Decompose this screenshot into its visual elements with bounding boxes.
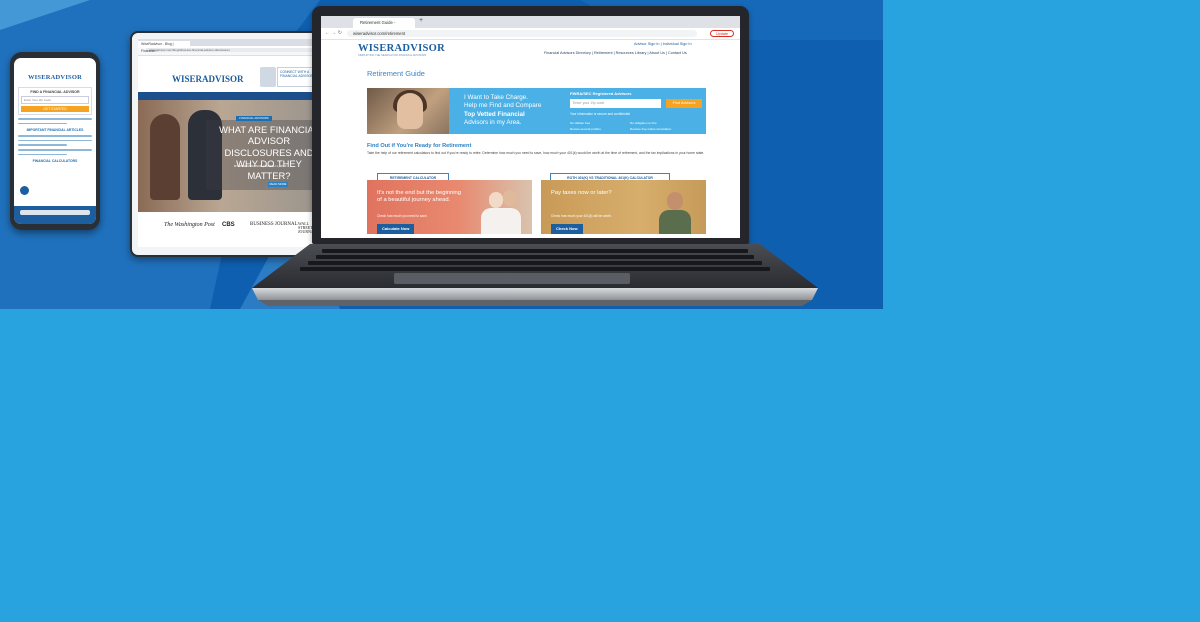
cta-line: Help me Find and Compare <box>464 102 542 110</box>
hero-headline[interactable]: WHAT ARE FINANCIAL ADVISOR DISCLOSURES A… <box>218 124 320 182</box>
press-logo: The Washington Post <box>164 221 215 228</box>
press-logo: BUSINESS JOURNAL <box>250 221 298 227</box>
couple-photo <box>481 190 521 234</box>
hero-byline: BY WISERADVISOR | MARCH 1, 2023 <box>234 163 287 168</box>
press-logo: CBS <box>222 221 235 228</box>
site-logo[interactable]: WISERADVISOR <box>358 43 445 54</box>
man-photo <box>655 190 695 234</box>
phone-device: WISERADVISOR FIND A FINANCIAL ADVISOR En… <box>10 52 100 230</box>
card-subtext: Check how much your 401(k) will be worth… <box>551 214 612 218</box>
phone-form-title: FIND A FINANCIAL ADVISOR <box>30 90 80 94</box>
browser-tab-bar: Retirement Guide - WiseRadvisor + <box>321 16 740 35</box>
site-header: WISERADVISOR SIMPLIFYING THE SEARCH FOR … <box>321 40 740 58</box>
url-field[interactable]: wiseradvisor.com/retirement <box>347 30 697 37</box>
press-logos: The Washington Post CBS BUSINESS JOURNAL… <box>138 212 322 240</box>
advisor-cta-banner: I Want to Take Charge. Help me Find and … <box>367 88 706 134</box>
laptop-keyboard-base <box>252 244 818 306</box>
chat-icon[interactable] <box>20 186 29 195</box>
laptop-lid: Retirement Guide - WiseRadvisor + ← → ↻ … <box>312 6 749 244</box>
cta-message: I Want to Take Charge. Help me Find and … <box>464 94 572 128</box>
phone-text-line <box>18 122 68 125</box>
phone-article-link[interactable] <box>18 139 92 142</box>
hero-kicker: FINANCIAL ADVISORS <box>236 115 272 121</box>
site-tagline: SIMPLIFYING THE SEARCH FOR FINANCIAL ADV… <box>358 54 427 57</box>
cta-form-heading: FINRA/SEC Registered Advisors <box>570 91 632 96</box>
tablet-browser-tab[interactable]: WiseRadvisor - Blog | Financial... <box>138 41 190 53</box>
benefit-item: No obligation to hire <box>630 121 657 125</box>
new-tab-icon[interactable]: + <box>419 17 423 24</box>
read-more-button[interactable]: READ MORE <box>268 181 288 187</box>
tablet-site-header: WISERADVISOR CONNECT WITH A FINANCIAL AD… <box>138 56 322 92</box>
benefit-item: Review several profiles <box>570 127 601 131</box>
cta-line: I Want to Take Charge. <box>464 94 529 101</box>
phone-article-link[interactable] <box>18 135 92 137</box>
retirement-calculator-card: It's not the end but the beginning of a … <box>367 180 532 234</box>
phone-zip-input[interactable]: Enter Your Zip Code <box>21 96 89 104</box>
cta-line: Top Vetted Financial <box>464 110 525 118</box>
card-headline: It's not the end but the beginning of a … <box>377 190 461 203</box>
benefit-item: Receive free initial consultation <box>630 127 672 131</box>
hero-person-woman <box>150 113 180 200</box>
tablet-screen: WiseRadvisor - Blog | Financial... wiser… <box>138 39 322 247</box>
cta-line: Advisors in my Area. <box>464 119 522 127</box>
section-title: Find Out if You're Ready for Retirement <box>367 143 472 149</box>
tablet-url-text: wiseradvisor.com/blog/what-are-financial… <box>146 47 314 52</box>
roth-calculator-card: Pay taxes now or later? Check how much y… <box>541 180 706 234</box>
section-text: Take the help of our retirement calculat… <box>367 151 705 155</box>
site-nav[interactable]: Financial Advisors Directory | Retiremen… <box>544 51 687 55</box>
cta-form: FINRA/SEC Registered Advisors Enter your… <box>570 91 702 131</box>
advisor-photo <box>260 66 276 87</box>
phone-advisor-form: FIND A FINANCIAL ADVISOR Enter Your Zip … <box>18 87 92 115</box>
phone-footer <box>14 206 96 224</box>
secure-note: Your information is secure and confident… <box>570 112 630 116</box>
update-button[interactable]: Update <box>710 30 734 37</box>
find-advisors-button[interactable]: Find Advisors <box>666 99 702 108</box>
laptop-screen: Retirement Guide - WiseRadvisor + ← → ↻ … <box>321 16 740 238</box>
page-title: Retirement Guide <box>367 69 425 78</box>
card-headline: Pay taxes now or later? <box>551 190 612 196</box>
benefit-item: No Hidden Fee <box>570 121 591 125</box>
browser-tab[interactable]: Retirement Guide - WiseRadvisor <box>353 18 415 35</box>
tablet-tab-bar: WiseRadvisor - Blog | Financial... <box>138 39 322 53</box>
tablet-nav: HOME FINANCIAL ADVISOR GUIDE FINANCIAL P… <box>138 91 322 106</box>
nav-arrows-icon[interactable]: ← → ↻ <box>325 30 342 36</box>
card-subtext: Check how much you need to save. <box>377 214 428 218</box>
phone-get-started-button[interactable]: GET STARTED <box>21 106 89 112</box>
tablet-url-bar[interactable]: wiseradvisor.com/blog/what-are-financial… <box>138 47 322 56</box>
tablet-hero: FINANCIAL ADVISORS WHAT ARE FINANCIAL AD… <box>138 99 322 212</box>
phone-text-line <box>18 118 92 120</box>
zip-code-input[interactable]: Enter your Zip code <box>570 99 661 108</box>
phone-logo: WISERADVISOR <box>27 74 83 81</box>
browser-url-bar: ← → ↻ wiseradvisor.com/retirement Update <box>321 28 740 40</box>
phone-footer-bar <box>20 210 90 215</box>
check-now-button[interactable]: Check Now <box>551 224 583 234</box>
tablet-device: WiseRadvisor - Blog | Financial... wiser… <box>130 31 330 257</box>
cta-photo <box>367 88 449 134</box>
sign-in-links[interactable]: Advisor Sign In | Individual Sign In <box>634 42 692 46</box>
phone-article-link[interactable] <box>18 153 68 156</box>
phone-calculators-heading: FINANCIAL CALCULATORS <box>32 159 78 164</box>
phone-screen: WISERADVISOR FIND A FINANCIAL ADVISOR En… <box>14 58 96 224</box>
tablet-logo[interactable]: WISERADVISOR <box>172 74 244 84</box>
hero-banner: WISERADVISOR FIND A FINANCIAL ADVISOR En… <box>0 0 883 309</box>
calculate-now-button[interactable]: Calculate Now <box>377 224 415 234</box>
phone-article-link[interactable] <box>18 144 68 146</box>
phone-articles-heading: IMPORTANT FINANCIAL ARTICLES <box>26 128 84 133</box>
phone-article-link[interactable] <box>18 148 92 151</box>
cta-photo-face <box>397 93 423 129</box>
